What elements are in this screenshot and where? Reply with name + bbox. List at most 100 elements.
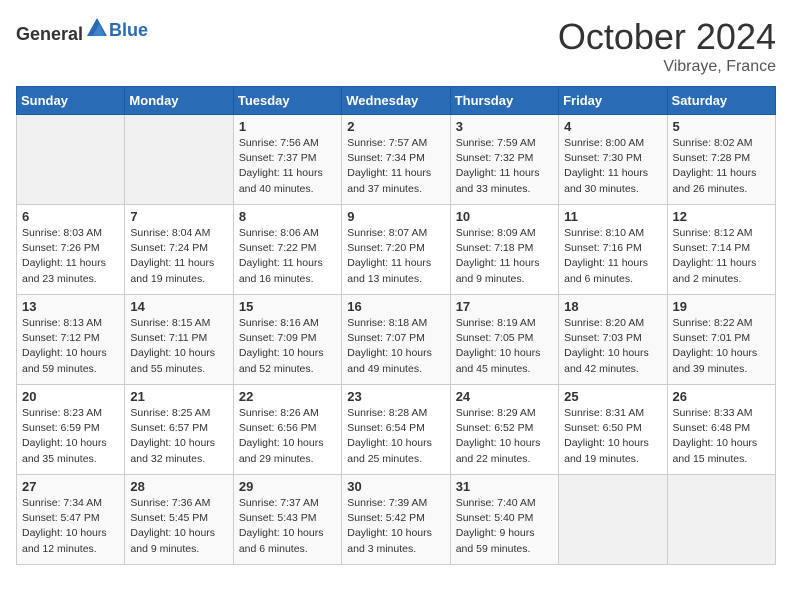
day-detail: Sunrise: 8:10 AMSunset: 7:16 PMDaylight:… xyxy=(564,226,661,287)
calendar-cell: 13 Sunrise: 8:13 AMSunset: 7:12 PMDayligh… xyxy=(17,295,125,385)
day-number: 23 xyxy=(347,389,444,404)
week-row-1: 1Sunrise: 7:56 AMSunset: 7:37 PMDaylight… xyxy=(17,115,776,205)
weekday-header-wednesday: Wednesday xyxy=(342,87,450,115)
day-detail: Sunrise: 8:16 AMSunset: 7:09 PMDaylight:… xyxy=(239,316,336,377)
day-number: 2 xyxy=(347,119,444,134)
calendar-cell xyxy=(17,115,125,205)
calendar-cell: 3Sunrise: 7:59 AMSunset: 7:32 PMDaylight… xyxy=(450,115,558,205)
logo-blue-text: Blue xyxy=(109,20,148,41)
day-detail: Sunrise: 8:19 AMSunset: 7:05 PMDaylight:… xyxy=(456,316,553,377)
day-number: 27 xyxy=(22,479,119,494)
calendar-cell: 5Sunrise: 8:02 AMSunset: 7:28 PMDaylight… xyxy=(667,115,775,205)
weekday-header-thursday: Thursday xyxy=(450,87,558,115)
day-detail: Sunrise: 7:59 AMSunset: 7:32 PMDaylight:… xyxy=(456,136,553,197)
calendar-cell: 26Sunrise: 8:33 AMSunset: 6:48 PMDayligh… xyxy=(667,385,775,475)
weekday-header-saturday: Saturday xyxy=(667,87,775,115)
calendar-cell: 15 Sunrise: 8:16 AMSunset: 7:09 PMDayligh… xyxy=(233,295,341,385)
calendar-cell: 1Sunrise: 7:56 AMSunset: 7:37 PMDaylight… xyxy=(233,115,341,205)
day-number: 18 xyxy=(564,299,661,314)
week-row-3: 13 Sunrise: 8:13 AMSunset: 7:12 PMDayligh… xyxy=(17,295,776,385)
calendar-cell: 8 Sunrise: 8:06 AMSunset: 7:22 PMDaylight… xyxy=(233,205,341,295)
day-detail: Sunrise: 8:18 AMSunset: 7:07 PMDaylight:… xyxy=(347,316,444,377)
day-number: 22 xyxy=(239,389,336,404)
day-detail: Sunrise: 7:39 AMSunset: 5:42 PMDaylight:… xyxy=(347,496,444,557)
day-detail: Sunrise: 7:37 AMSunset: 5:43 PMDaylight:… xyxy=(239,496,336,557)
day-number: 31 xyxy=(456,479,553,494)
calendar-cell: 29 Sunrise: 7:37 AMSunset: 5:43 PMDayligh… xyxy=(233,475,341,565)
calendar-cell: 12Sunrise: 8:12 AMSunset: 7:14 PMDayligh… xyxy=(667,205,775,295)
day-detail: Sunrise: 8:09 AMSunset: 7:18 PMDaylight:… xyxy=(456,226,553,287)
calendar-cell: 22Sunrise: 8:26 AMSunset: 6:56 PMDayligh… xyxy=(233,385,341,475)
day-number: 16 xyxy=(347,299,444,314)
day-number: 19 xyxy=(673,299,770,314)
calendar-cell: 24Sunrise: 8:29 AMSunset: 6:52 PMDayligh… xyxy=(450,385,558,475)
day-number: 28 xyxy=(130,479,227,494)
day-number: 20 xyxy=(22,389,119,404)
day-number: 5 xyxy=(673,119,770,134)
calendar-cell: 10 Sunrise: 8:09 AMSunset: 7:18 PMDayligh… xyxy=(450,205,558,295)
calendar-cell xyxy=(559,475,667,565)
day-detail: Sunrise: 8:06 AMSunset: 7:22 PMDaylight:… xyxy=(239,226,336,287)
week-row-4: 20Sunrise: 8:23 AMSunset: 6:59 PMDayligh… xyxy=(17,385,776,475)
day-number: 6 xyxy=(22,209,119,224)
calendar-cell: 31 Sunrise: 7:40 AMSunset: 5:40 PMDayligh… xyxy=(450,475,558,565)
day-number: 8 xyxy=(239,209,336,224)
calendar-cell: 9 Sunrise: 8:07 AMSunset: 7:20 PMDaylight… xyxy=(342,205,450,295)
calendar-table: SundayMondayTuesdayWednesdayThursdayFrid… xyxy=(16,86,776,565)
calendar-cell: 4Sunrise: 8:00 AMSunset: 7:30 PMDaylight… xyxy=(559,115,667,205)
calendar-cell xyxy=(667,475,775,565)
calendar-cell: 11 Sunrise: 8:10 AMSunset: 7:16 PMDayligh… xyxy=(559,205,667,295)
calendar-cell: 23 Sunrise: 8:28 AMSunset: 6:54 PMDayligh… xyxy=(342,385,450,475)
title-area: October 2024 Vibraye, France xyxy=(558,16,776,76)
day-detail: Sunrise: 7:36 AMSunset: 5:45 PMDaylight:… xyxy=(130,496,227,557)
weekday-header-monday: Monday xyxy=(125,87,233,115)
day-number: 15 xyxy=(239,299,336,314)
day-number: 7 xyxy=(130,209,227,224)
day-number: 26 xyxy=(673,389,770,404)
day-detail: Sunrise: 8:07 AMSunset: 7:20 PMDaylight:… xyxy=(347,226,444,287)
day-detail: Sunrise: 7:34 AMSunset: 5:47 PMDaylight:… xyxy=(22,496,119,557)
calendar-cell: 28 Sunrise: 7:36 AMSunset: 5:45 PMDayligh… xyxy=(125,475,233,565)
day-number: 17 xyxy=(456,299,553,314)
day-detail: Sunrise: 8:20 AMSunset: 7:03 PMDaylight:… xyxy=(564,316,661,377)
day-number: 1 xyxy=(239,119,336,134)
day-number: 29 xyxy=(239,479,336,494)
day-detail: Sunrise: 7:57 AMSunset: 7:34 PMDaylight:… xyxy=(347,136,444,197)
calendar-cell: 27 Sunrise: 7:34 AMSunset: 5:47 PMDayligh… xyxy=(17,475,125,565)
calendar-cell: 21 Sunrise: 8:25 AMSunset: 6:57 PMDayligh… xyxy=(125,385,233,475)
day-detail: Sunrise: 8:28 AMSunset: 6:54 PMDaylight:… xyxy=(347,406,444,467)
week-row-2: 6 Sunrise: 8:03 AMSunset: 7:26 PMDaylight… xyxy=(17,205,776,295)
day-detail: Sunrise: 8:13 AMSunset: 7:12 PMDaylight:… xyxy=(22,316,119,377)
location-title: Vibraye, France xyxy=(558,58,776,76)
logo-general-text: General xyxy=(16,24,83,44)
calendar-cell: 20Sunrise: 8:23 AMSunset: 6:59 PMDayligh… xyxy=(17,385,125,475)
day-number: 10 xyxy=(456,209,553,224)
day-detail: Sunrise: 7:40 AMSunset: 5:40 PMDaylight:… xyxy=(456,496,553,557)
header: General Blue October 2024 Vibraye, Franc… xyxy=(16,16,776,76)
day-detail: Sunrise: 8:04 AMSunset: 7:24 PMDaylight:… xyxy=(130,226,227,287)
calendar-cell: 6 Sunrise: 8:03 AMSunset: 7:26 PMDaylight… xyxy=(17,205,125,295)
day-detail: Sunrise: 8:25 AMSunset: 6:57 PMDaylight:… xyxy=(130,406,227,467)
day-detail: Sunrise: 8:29 AMSunset: 6:52 PMDaylight:… xyxy=(456,406,553,467)
day-number: 21 xyxy=(130,389,227,404)
day-number: 12 xyxy=(673,209,770,224)
day-number: 9 xyxy=(347,209,444,224)
calendar-cell xyxy=(125,115,233,205)
day-detail: Sunrise: 8:15 AMSunset: 7:11 PMDaylight:… xyxy=(130,316,227,377)
day-number: 30 xyxy=(347,479,444,494)
calendar-cell: 7 Sunrise: 8:04 AMSunset: 7:24 PMDaylight… xyxy=(125,205,233,295)
calendar-cell: 14 Sunrise: 8:15 AMSunset: 7:11 PMDayligh… xyxy=(125,295,233,385)
weekday-header-tuesday: Tuesday xyxy=(233,87,341,115)
weekday-header-sunday: Sunday xyxy=(17,87,125,115)
weekday-header-row: SundayMondayTuesdayWednesdayThursdayFrid… xyxy=(17,87,776,115)
day-number: 14 xyxy=(130,299,227,314)
day-number: 13 xyxy=(22,299,119,314)
day-number: 11 xyxy=(564,209,661,224)
calendar-cell: 16 Sunrise: 8:18 AMSunset: 7:07 PMDayligh… xyxy=(342,295,450,385)
day-detail: Sunrise: 8:22 AMSunset: 7:01 PMDaylight:… xyxy=(673,316,770,377)
calendar-cell: 25Sunrise: 8:31 AMSunset: 6:50 PMDayligh… xyxy=(559,385,667,475)
day-detail: Sunrise: 8:03 AMSunset: 7:26 PMDaylight:… xyxy=(22,226,119,287)
calendar-cell: 18 Sunrise: 8:20 AMSunset: 7:03 PMDayligh… xyxy=(559,295,667,385)
weekday-header-friday: Friday xyxy=(559,87,667,115)
month-title: October 2024 xyxy=(558,16,776,58)
